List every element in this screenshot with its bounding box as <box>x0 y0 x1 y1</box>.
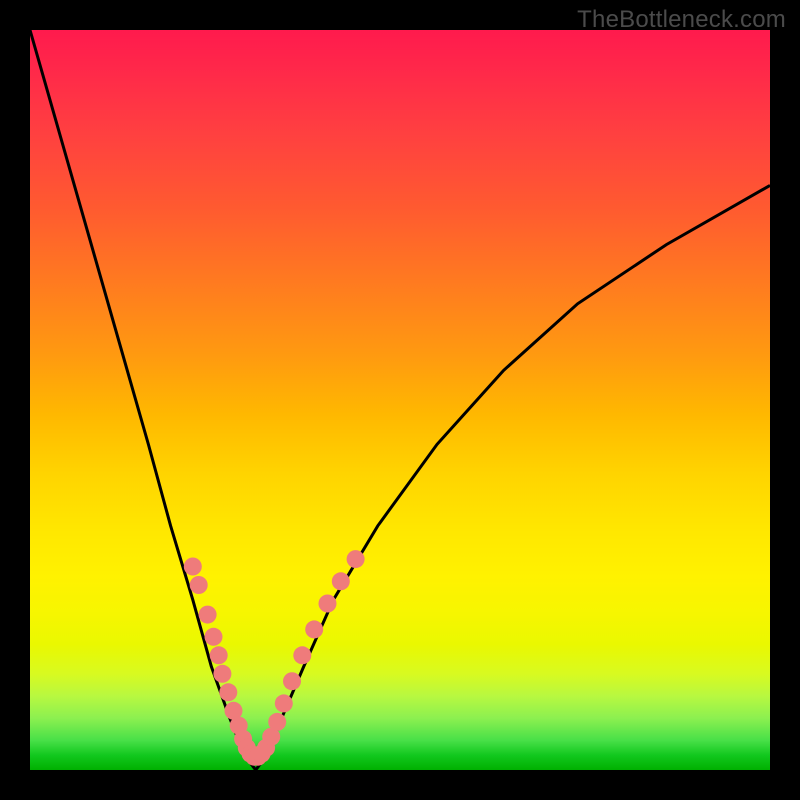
curve-marker <box>347 550 365 568</box>
curve-marker <box>275 694 293 712</box>
curve-marker <box>205 628 223 646</box>
curve-marker <box>332 572 350 590</box>
curve-marker <box>293 646 311 664</box>
curve-marker <box>305 620 323 638</box>
curve-markers <box>184 550 365 766</box>
curve-marker <box>213 665 231 683</box>
curve-marker <box>319 595 337 613</box>
curve-marker <box>268 713 286 731</box>
curve-marker <box>190 576 208 594</box>
curve-marker <box>219 683 237 701</box>
plot-area <box>30 30 770 770</box>
watermark-text: TheBottleneck.com <box>577 6 786 34</box>
curve-marker <box>184 558 202 576</box>
bottleneck-curve <box>30 30 770 770</box>
curve-marker <box>210 646 228 664</box>
curve-marker <box>199 606 217 624</box>
chart-frame: TheBottleneck.com <box>0 0 800 800</box>
bottleneck-curve-svg <box>30 30 770 770</box>
curve-marker <box>283 672 301 690</box>
